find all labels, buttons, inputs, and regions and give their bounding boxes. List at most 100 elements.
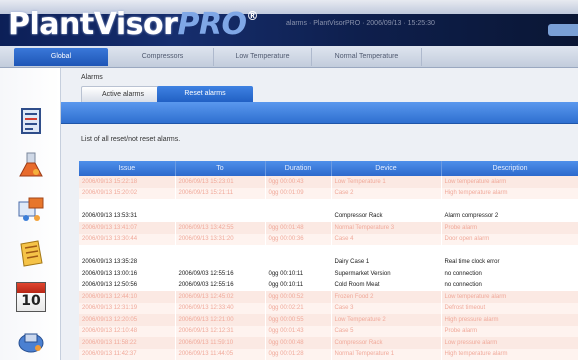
column-header-description[interactable]: Description: [441, 161, 578, 176]
duration-cell: [265, 210, 332, 222]
header-status-text: alarms · PlantVisorPRO · 2006/09/13 · 15…: [286, 20, 435, 27]
to-cell: 2006/09/13 12:21:00: [175, 314, 266, 326]
column-header-duration[interactable]: Duration: [265, 161, 332, 176]
description-cell: Low temperature alarm: [441, 291, 578, 303]
app-logo: PlantVisorPRO®: [8, 5, 259, 45]
issue-cell: 2006/09/13 13:00:16: [79, 268, 176, 280]
calendar-day: 10: [21, 293, 41, 309]
table-row[interactable]: 2006/09/13 12:31:19 2006/09/13 12:33:40 0g…: [79, 302, 578, 314]
device-cell: Case 2: [331, 187, 442, 199]
issue-cell: [79, 199, 176, 211]
issue-cell: 2006/09/13 15:22:18: [79, 176, 176, 188]
device-cell: Compressor Rack: [331, 210, 442, 222]
logo-registered-mark: ®: [246, 9, 259, 23]
table-row[interactable]: 2006/09/13 12:20:05 2006/09/13 12:21:00 0g…: [79, 314, 578, 326]
table-row[interactable]: 2006/09/13 13:53:31 Compressor Rack Alarm …: [79, 210, 578, 222]
tab-reset-alarms[interactable]: Reset alarms: [157, 86, 253, 102]
description-cell: Alarm compressor 2: [441, 210, 578, 222]
description-cell: [441, 245, 578, 257]
issue-cell: [79, 245, 176, 257]
to-cell: [175, 199, 266, 211]
issue-cell: 2006/09/13 13:41:07: [79, 222, 176, 234]
document-icon[interactable]: [16, 238, 46, 268]
column-header-issue[interactable]: Issue: [79, 161, 176, 176]
table-row[interactable]: [79, 199, 578, 211]
duration-cell: [265, 245, 332, 257]
description-cell: Defrost timeout: [441, 302, 578, 314]
device-cell: Normal Temperature 1: [331, 348, 442, 360]
device-cell: Case 4: [331, 233, 442, 245]
issue-cell: 2006/09/13 11:42:37: [79, 348, 176, 360]
description-cell: Low pressure alarm: [441, 337, 578, 349]
table-row[interactable]: [79, 245, 578, 257]
to-cell: 2006/09/13 11:44:05: [175, 348, 266, 360]
header-corner-button[interactable]: [548, 24, 578, 36]
table-row[interactable]: 2006/09/13 13:30:44 2006/09/13 13:31:20 0g…: [79, 233, 578, 245]
issue-cell: 2006/09/13 13:30:44: [79, 233, 176, 245]
description-cell: Door open alarm: [441, 233, 578, 245]
flask-icon[interactable]: [16, 150, 46, 180]
calendar-icon[interactable]: 10: [16, 282, 46, 312]
table-row[interactable]: 2006/09/13 12:44:10 2006/09/13 12:45:02 0g…: [79, 291, 578, 303]
main-panel: Alarms Active alarms Reset alarms List o…: [60, 68, 578, 360]
logo-main: PlantVisor: [8, 7, 178, 42]
to-cell: 2006/09/13 12:33:40: [175, 302, 266, 314]
column-header-device[interactable]: Device: [331, 161, 442, 176]
duration-cell: [265, 256, 332, 268]
table-row[interactable]: 2006/09/13 13:35:28 Dairy Case 1 Real time…: [79, 256, 578, 268]
table-row[interactable]: 2006/09/13 12:10:48 2006/09/13 12:12:31 0g…: [79, 325, 578, 337]
to-cell: 2006/09/13 12:12:31: [175, 325, 266, 337]
column-header-to[interactable]: To: [175, 161, 266, 176]
table-row[interactable]: 2006/09/13 15:22:18 2006/09/13 15:23:01 0g…: [79, 176, 578, 188]
description-cell: no connection: [441, 268, 578, 280]
table-row[interactable]: 2006/09/13 12:50:56 2006/09/03 12:55:16 0g…: [79, 279, 578, 291]
device-cell: Compressor Rack: [331, 337, 442, 349]
to-cell: 2006/09/13 13:31:20: [175, 233, 266, 245]
device-icon[interactable]: [16, 326, 46, 356]
tab-low-temperature[interactable]: Low Temperature: [214, 48, 312, 66]
description-cell: High pressure alarm: [441, 314, 578, 326]
to-cell: 2006/09/13 11:59:10: [175, 337, 266, 349]
duration-cell: 0gg 00:00:48: [265, 337, 332, 349]
table-row[interactable]: 2006/09/13 11:42:37 2006/09/13 11:44:05 0g…: [79, 348, 578, 360]
duration-cell: 0gg 00:01:09: [265, 187, 332, 199]
device-cell: [331, 199, 442, 211]
refrigeration-icon[interactable]: [16, 194, 46, 224]
duration-cell: 0gg 00:10:11: [265, 268, 332, 280]
device-cell: Low Temperature 1: [331, 176, 442, 188]
issue-cell: 2006/09/13 13:53:31: [79, 210, 176, 222]
issue-cell: 2006/09/13 12:20:05: [79, 314, 176, 326]
description-cell: Real time clock error: [441, 256, 578, 268]
issue-cell: 2006/09/13 12:31:19: [79, 302, 176, 314]
tab-active-alarms[interactable]: Active alarms: [81, 86, 165, 102]
device-cell: Supermarket Version: [331, 268, 442, 280]
alarm-list-icon[interactable]: [16, 106, 46, 136]
duration-cell: 0gg 00:01:28: [265, 348, 332, 360]
device-cell: Dairy Case 1: [331, 256, 442, 268]
issue-cell: 2006/09/13 12:10:48: [79, 325, 176, 337]
tab-normal-temperature[interactable]: Normal Temperature: [312, 48, 422, 66]
tab-global[interactable]: Global: [14, 48, 108, 66]
duration-cell: 0gg 00:02:21: [265, 302, 332, 314]
device-cell: [331, 245, 442, 257]
duration-cell: 0gg 00:00:43: [265, 176, 332, 188]
description-cell: High temperature alarm: [441, 187, 578, 199]
table-row[interactable]: 2006/09/13 13:41:07 2006/09/13 13:42:55 0g…: [79, 222, 578, 234]
device-cell: Low Temperature 2: [331, 314, 442, 326]
tab-compressors[interactable]: Compressors: [112, 48, 214, 66]
table-row[interactable]: 2006/09/13 13:00:16 2006/09/03 12:55:16 0g…: [79, 268, 578, 280]
table-row[interactable]: 2006/09/13 11:58:22 2006/09/13 11:59:10 0g…: [79, 337, 578, 349]
duration-cell: 0gg 00:00:52: [265, 291, 332, 303]
section-title: Alarms: [81, 74, 103, 81]
table-row[interactable]: 2006/09/13 15:20:02 2006/09/13 15:21:11 0g…: [79, 187, 578, 199]
to-cell: [175, 210, 266, 222]
app-header: PlantVisorPRO® alarms · PlantVisorPRO · …: [0, 0, 578, 46]
device-cell: Cold Room Meat: [331, 279, 442, 291]
device-cell: Frozen Food 2: [331, 291, 442, 303]
table-body: 2006/09/13 15:22:18 2006/09/13 15:23:01 0g…: [79, 176, 578, 360]
site-tab-bar: Global Compressors Low Temperature Norma…: [0, 46, 578, 68]
to-cell: 2006/09/13 13:42:55: [175, 222, 266, 234]
to-cell: 2006/09/03 12:55:16: [175, 268, 266, 280]
device-cell: Case 5: [331, 325, 442, 337]
description-cell: no connection: [441, 279, 578, 291]
